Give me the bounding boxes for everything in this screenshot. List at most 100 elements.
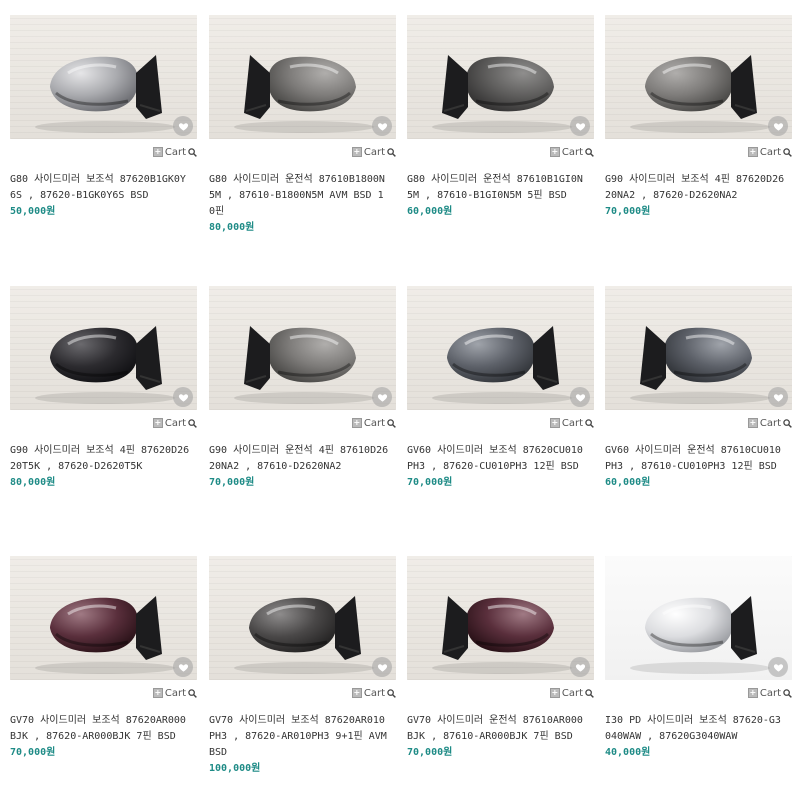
plus-icon[interactable]: + — [152, 147, 163, 157]
search-icon[interactable] — [387, 688, 396, 698]
cart-link[interactable]: Cart — [562, 688, 583, 699]
plus-icon[interactable]: + — [351, 147, 362, 157]
search-icon[interactable] — [387, 418, 396, 428]
search-icon[interactable] — [585, 147, 594, 157]
product-title[interactable]: G90 사이드미러 보조석 4핀 87620D2620T5K , 87620-D… — [10, 443, 190, 475]
product-grid: + Cart G80 사이드미러 보조석 87620B1GK0Y6S , 876… — [0, 0, 800, 796]
product-card[interactable]: + Cart GV70 사이드미러 보조석 87620AR000BJK , 87… — [10, 556, 197, 760]
product-price: 70,000원 — [407, 747, 453, 758]
cart-link[interactable]: Cart — [165, 418, 186, 429]
wishlist-heart-icon[interactable] — [173, 657, 193, 677]
search-icon[interactable] — [585, 418, 594, 428]
search-icon[interactable] — [783, 688, 792, 698]
plus-icon[interactable]: + — [152, 418, 163, 428]
product-title[interactable]: G80 사이드미러 운전석 87610B1GI0N5M , 87610-B1GI… — [407, 172, 587, 204]
product-image[interactable] — [605, 286, 792, 410]
cart-link[interactable]: Cart — [760, 688, 781, 699]
mirror-illustration — [234, 326, 374, 404]
search-icon[interactable] — [783, 147, 792, 157]
cart-link[interactable]: Cart — [165, 688, 186, 699]
product-image[interactable] — [209, 286, 396, 410]
product-card[interactable]: + Cart G90 사이드미러 보조석 4핀 87620D2620T5K , … — [10, 286, 197, 490]
plus-icon[interactable]: + — [351, 418, 362, 428]
plus-icon[interactable]: + — [747, 688, 758, 698]
product-title[interactable]: GV70 사이드미러 보조석 87620AR010PH3 , 87620-AR0… — [209, 713, 389, 761]
product-price: 60,000원 — [407, 206, 453, 217]
plus-icon[interactable]: + — [549, 688, 560, 698]
cart-actions: + Cart — [407, 143, 594, 161]
product-card[interactable]: + Cart G80 사이드미러 운전석 87610B1800N5M , 876… — [209, 15, 396, 235]
product-image[interactable] — [605, 15, 792, 139]
wishlist-heart-icon[interactable] — [173, 116, 193, 136]
product-card[interactable]: + Cart GV60 사이드미러 운전석 87610CU010PH3 , 87… — [605, 286, 792, 490]
wishlist-heart-icon[interactable] — [372, 657, 392, 677]
product-image[interactable] — [10, 556, 197, 680]
product-price: 70,000원 — [605, 206, 651, 217]
product-title[interactable]: GV70 사이드미러 운전석 87610AR000BJK , 87610-AR0… — [407, 713, 587, 745]
wishlist-heart-icon[interactable] — [768, 657, 788, 677]
plus-icon[interactable]: + — [747, 147, 758, 157]
cart-link[interactable]: Cart — [562, 418, 583, 429]
wishlist-heart-icon[interactable] — [570, 116, 590, 136]
product-title[interactable]: G90 사이드미러 보조석 4핀 87620D2620NA2 , 87620-D… — [605, 172, 785, 204]
product-card[interactable]: + Cart GV60 사이드미러 보조석 87620CU010PH3 , 87… — [407, 286, 594, 490]
cart-actions: + Cart — [407, 414, 594, 432]
cart-link[interactable]: Cart — [364, 147, 385, 158]
product-card[interactable]: + Cart GV70 사이드미러 운전석 87610AR000BJK , 87… — [407, 556, 594, 760]
cart-actions: + Cart — [10, 414, 197, 432]
search-icon[interactable] — [387, 147, 396, 157]
cart-actions: + Cart — [605, 143, 792, 161]
wishlist-heart-icon[interactable] — [570, 657, 590, 677]
product-title[interactable]: I30 PD 사이드미러 보조석 87620-G3040WAW , 87620G… — [605, 713, 785, 745]
plus-icon[interactable]: + — [549, 418, 560, 428]
wishlist-heart-icon[interactable] — [372, 387, 392, 407]
product-card[interactable]: + Cart G90 사이드미러 운전석 4핀 87610D2620NA2 , … — [209, 286, 396, 490]
product-image[interactable] — [10, 15, 197, 139]
search-icon[interactable] — [188, 688, 197, 698]
plus-icon[interactable]: + — [549, 147, 560, 157]
cart-link[interactable]: Cart — [760, 147, 781, 158]
product-card[interactable]: + Cart GV70 사이드미러 보조석 87620AR010PH3 , 87… — [209, 556, 396, 776]
product-title[interactable]: G80 사이드미러 보조석 87620B1GK0Y6S , 87620-B1GK… — [10, 172, 190, 204]
cart-actions: + Cart — [605, 684, 792, 702]
product-title[interactable]: GV60 사이드미러 운전석 87610CU010PH3 , 87610-CU0… — [605, 443, 785, 475]
plus-icon[interactable]: + — [747, 418, 758, 428]
product-title[interactable]: G90 사이드미러 운전석 4핀 87610D2620NA2 , 87610-D… — [209, 443, 389, 475]
cart-actions: + Cart — [209, 143, 396, 161]
product-image[interactable] — [407, 556, 594, 680]
product-card[interactable]: + Cart G90 사이드미러 보조석 4핀 87620D2620NA2 , … — [605, 15, 792, 219]
cart-link[interactable]: Cart — [165, 147, 186, 158]
cart-link[interactable]: Cart — [562, 147, 583, 158]
product-title[interactable]: GV60 사이드미러 보조석 87620CU010PH3 , 87620-CU0… — [407, 443, 587, 475]
product-image[interactable] — [605, 556, 792, 680]
plus-icon[interactable]: + — [351, 688, 362, 698]
product-price: 40,000원 — [605, 747, 651, 758]
product-title[interactable]: GV70 사이드미러 보조석 87620AR000BJK , 87620-AR0… — [10, 713, 190, 745]
cart-link[interactable]: Cart — [364, 418, 385, 429]
search-icon[interactable] — [783, 418, 792, 428]
product-image[interactable] — [407, 286, 594, 410]
search-icon[interactable] — [585, 688, 594, 698]
wishlist-heart-icon[interactable] — [768, 387, 788, 407]
product-price: 70,000원 — [407, 477, 453, 488]
product-image[interactable] — [209, 15, 396, 139]
cart-link[interactable]: Cart — [364, 688, 385, 699]
mirror-illustration — [630, 596, 770, 674]
wishlist-heart-icon[interactable] — [570, 387, 590, 407]
mirror-illustration — [630, 55, 770, 133]
product-card[interactable]: + Cart G80 사이드미러 보조석 87620B1GK0Y6S , 876… — [10, 15, 197, 219]
wishlist-heart-icon[interactable] — [372, 116, 392, 136]
mirror-illustration — [234, 55, 374, 133]
product-image[interactable] — [407, 15, 594, 139]
wishlist-heart-icon[interactable] — [768, 116, 788, 136]
cart-link[interactable]: Cart — [760, 418, 781, 429]
product-image[interactable] — [10, 286, 197, 410]
product-card[interactable]: + Cart G80 사이드미러 운전석 87610B1GI0N5M , 876… — [407, 15, 594, 219]
plus-icon[interactable]: + — [152, 688, 163, 698]
product-title[interactable]: G80 사이드미러 운전석 87610B1800N5M , 87610-B180… — [209, 172, 389, 220]
product-card[interactable]: + Cart I30 PD 사이드미러 보조석 87620-G3040WAW ,… — [605, 556, 792, 760]
wishlist-heart-icon[interactable] — [173, 387, 193, 407]
product-image[interactable] — [209, 556, 396, 680]
search-icon[interactable] — [188, 418, 197, 428]
search-icon[interactable] — [188, 147, 197, 157]
